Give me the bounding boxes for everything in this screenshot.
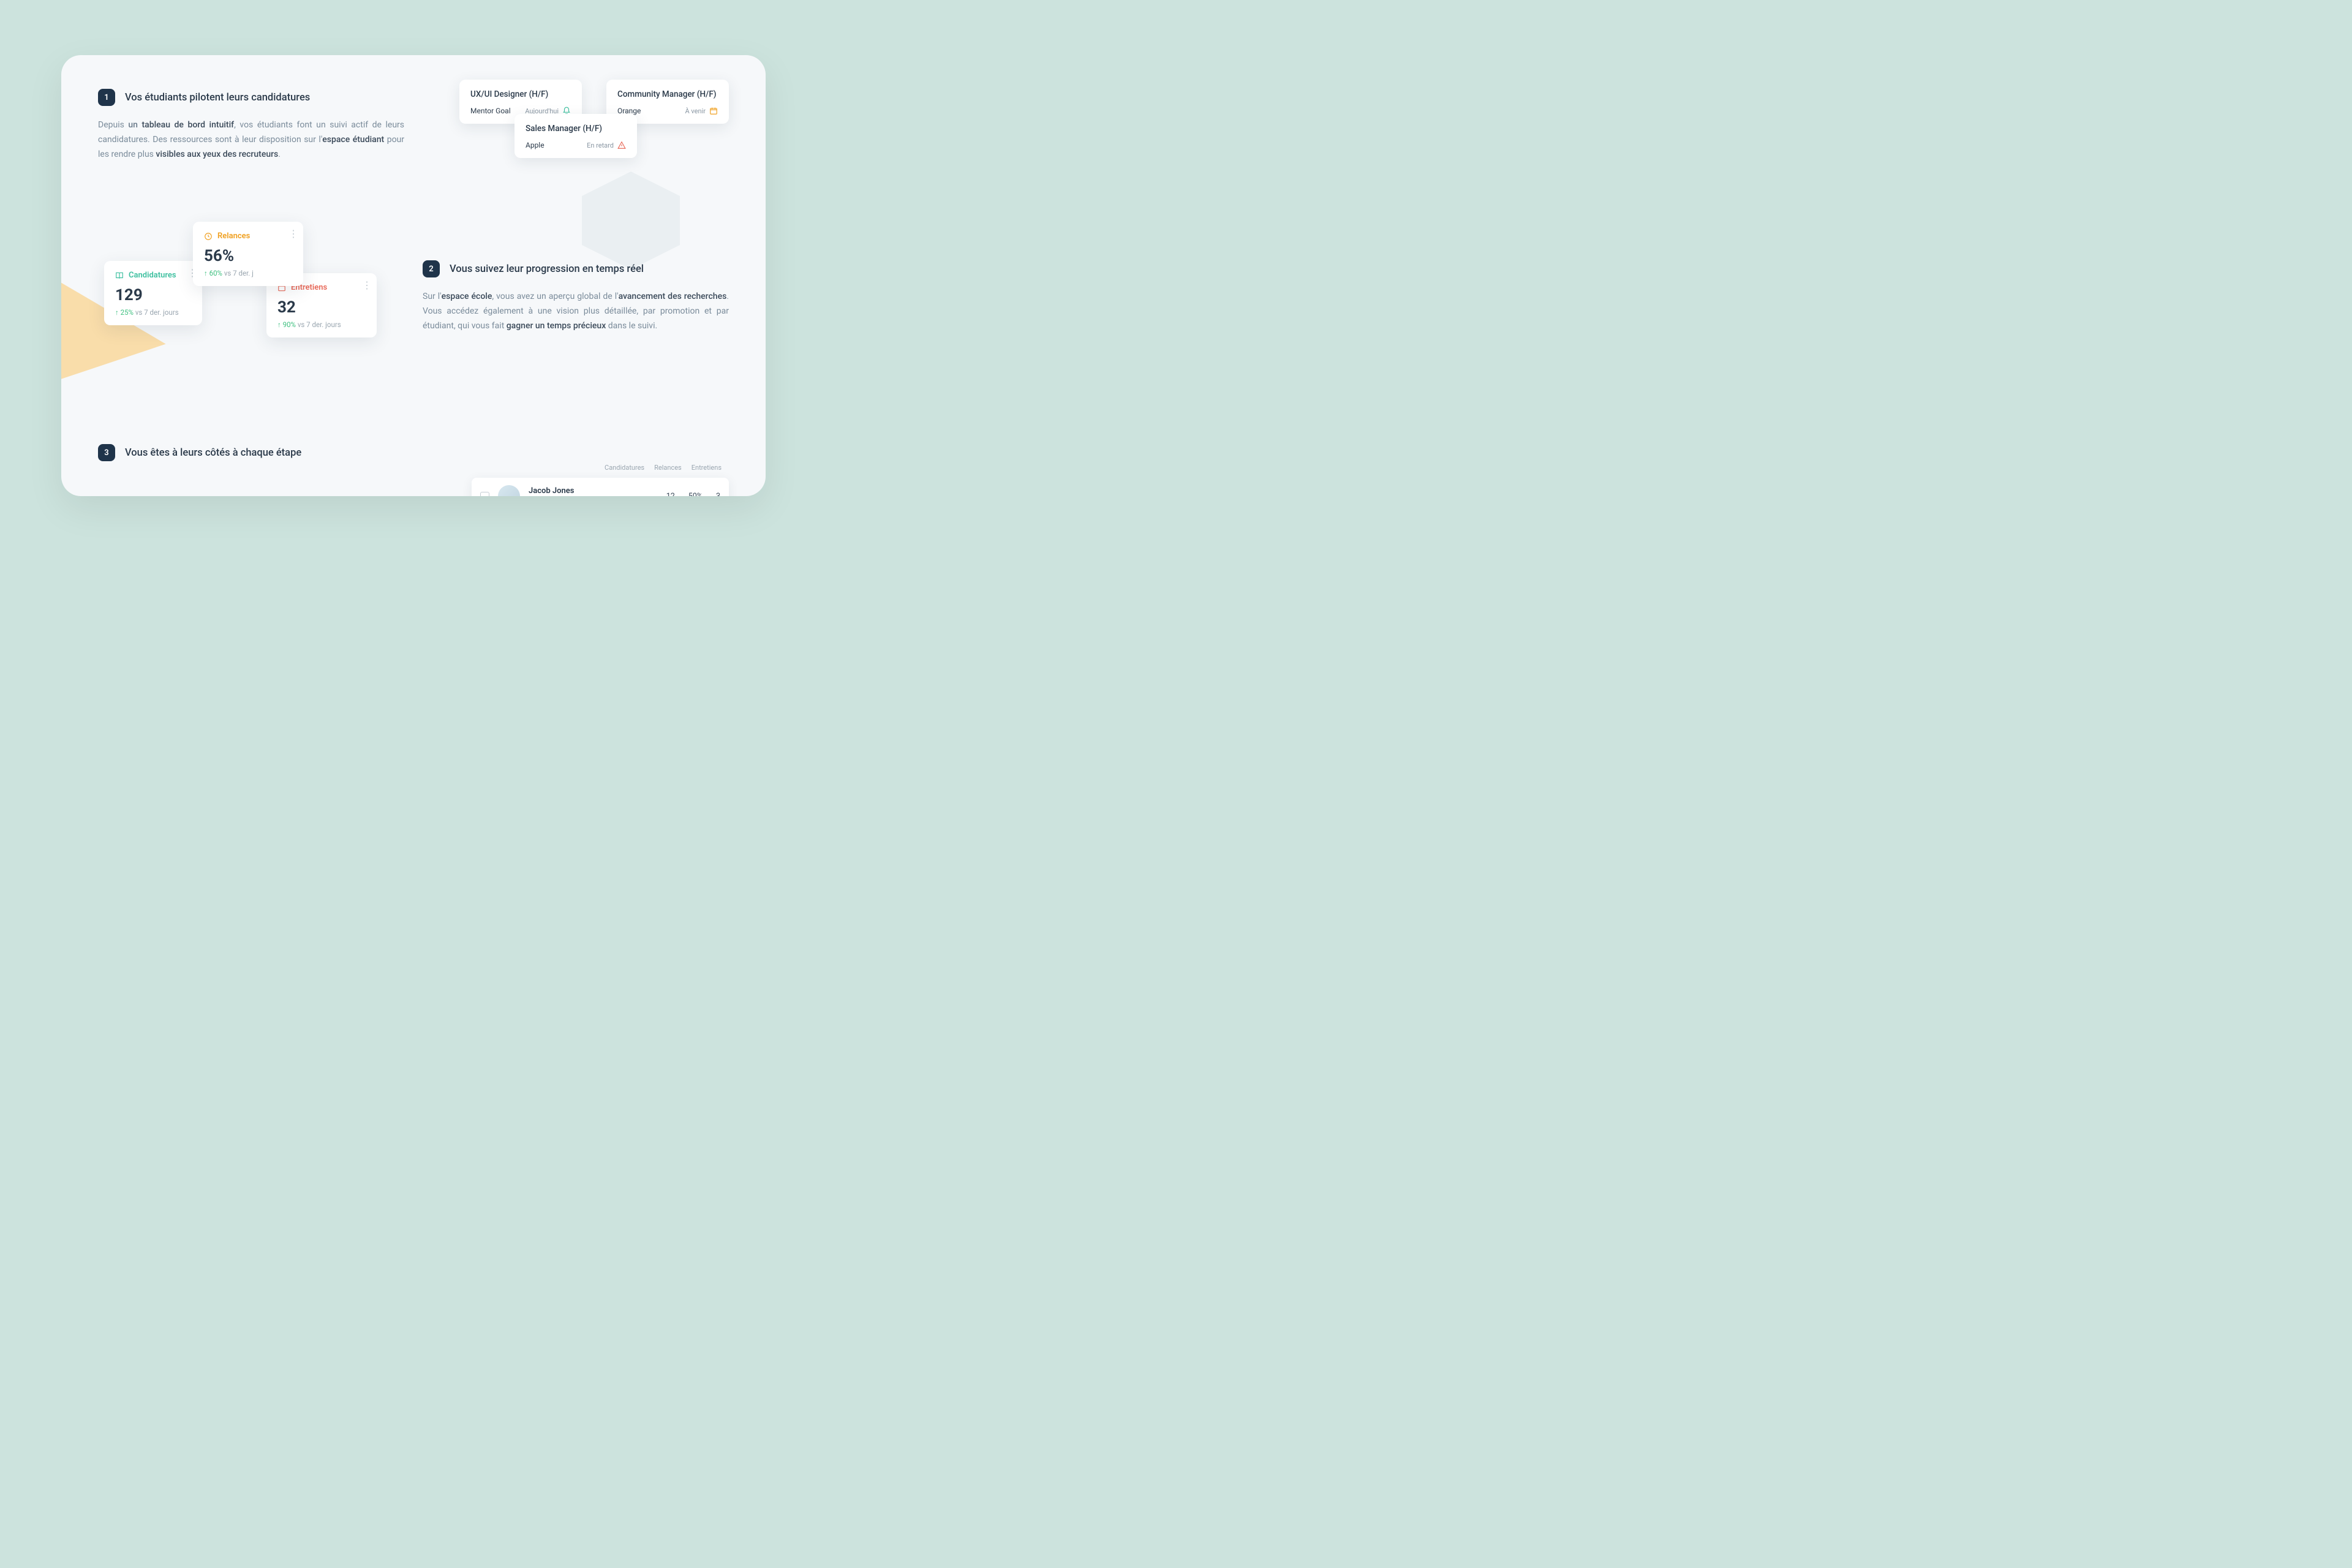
more-icon[interactable]: ⋮ [362,279,372,291]
student-name: Jacob Jones [529,486,658,496]
stat-value: 129 [115,286,191,304]
section-3: 3 Vous êtes à leurs côtés à chaque étape [98,444,404,473]
avatar [498,485,520,496]
hexagon-decoration [582,172,680,270]
job-status: En retard [587,141,626,149]
job-title: Sales Manager (H/F) [526,124,626,134]
section-3-title: Vous êtes à leurs côtés à chaque étape [125,447,301,459]
section-2-title: Vous suivez leur progression en temps ré… [450,263,644,275]
stat-value: 56% [204,247,292,265]
section-3-badge: 3 [98,444,115,461]
student-table: Candidatures Relances Entretiens Jacob J… [472,464,729,496]
stat-label: Relances [217,232,250,241]
th-candidatures: Candidatures [605,464,644,472]
job-card-sales[interactable]: Sales Manager (H/F) Apple En retard [514,114,637,158]
job-status: À venir [685,107,718,115]
th-entretiens: Entretiens [692,464,722,472]
section-1-title: Vos étudiants pilotent leurs candidature… [125,92,310,104]
section-2-description: Sur l'espace école, vous avez un aperçu … [423,290,729,333]
section-2: 2 Vous suivez leur progression en temps … [423,260,729,333]
table-row[interactable]: Jacob Jones À placer 12 50% 3 [472,478,729,496]
job-title: UX/UI Designer (H/F) [470,89,571,99]
calendar-icon [709,107,718,115]
section-1-description: Depuis un tableau de bord intuitif, vos … [98,118,404,162]
stat-value: 32 [277,298,366,317]
row-val-relances: 50% [688,492,703,497]
job-company: Mentor Goal [470,107,511,115]
table-headers: Candidatures Relances Entretiens [472,464,729,478]
warning-icon [617,141,626,149]
stat-delta: ↑ 25% vs 7 der. jours [115,308,191,317]
row-val-candidatures: 12 [666,492,675,497]
row-val-entretiens: 3 [716,492,720,497]
stat-card-relances[interactable]: ⋮ Relances 56% ↑ 60% vs 7 der. j [193,222,303,286]
stat-delta: ↑ 90% vs 7 der. jours [277,320,366,329]
section-1-badge: 1 [98,89,115,106]
section-2-badge: 2 [423,260,440,277]
stat-card-candidatures[interactable]: ⋮ Candidatures 129 ↑ 25% vs 7 der. jours [104,261,202,325]
section-1: 1 Vos étudiants pilotent leurs candidatu… [98,89,404,162]
stat-label: Candidatures [129,271,176,280]
job-title: Community Manager (H/F) [617,89,718,99]
th-relances: Relances [654,464,682,472]
book-icon [115,271,124,280]
clock-icon [204,232,213,241]
more-icon[interactable]: ⋮ [288,228,298,239]
row-checkbox[interactable] [480,492,489,497]
stat-delta: ↑ 60% vs 7 der. j [204,269,292,277]
job-company: Apple [526,141,545,149]
